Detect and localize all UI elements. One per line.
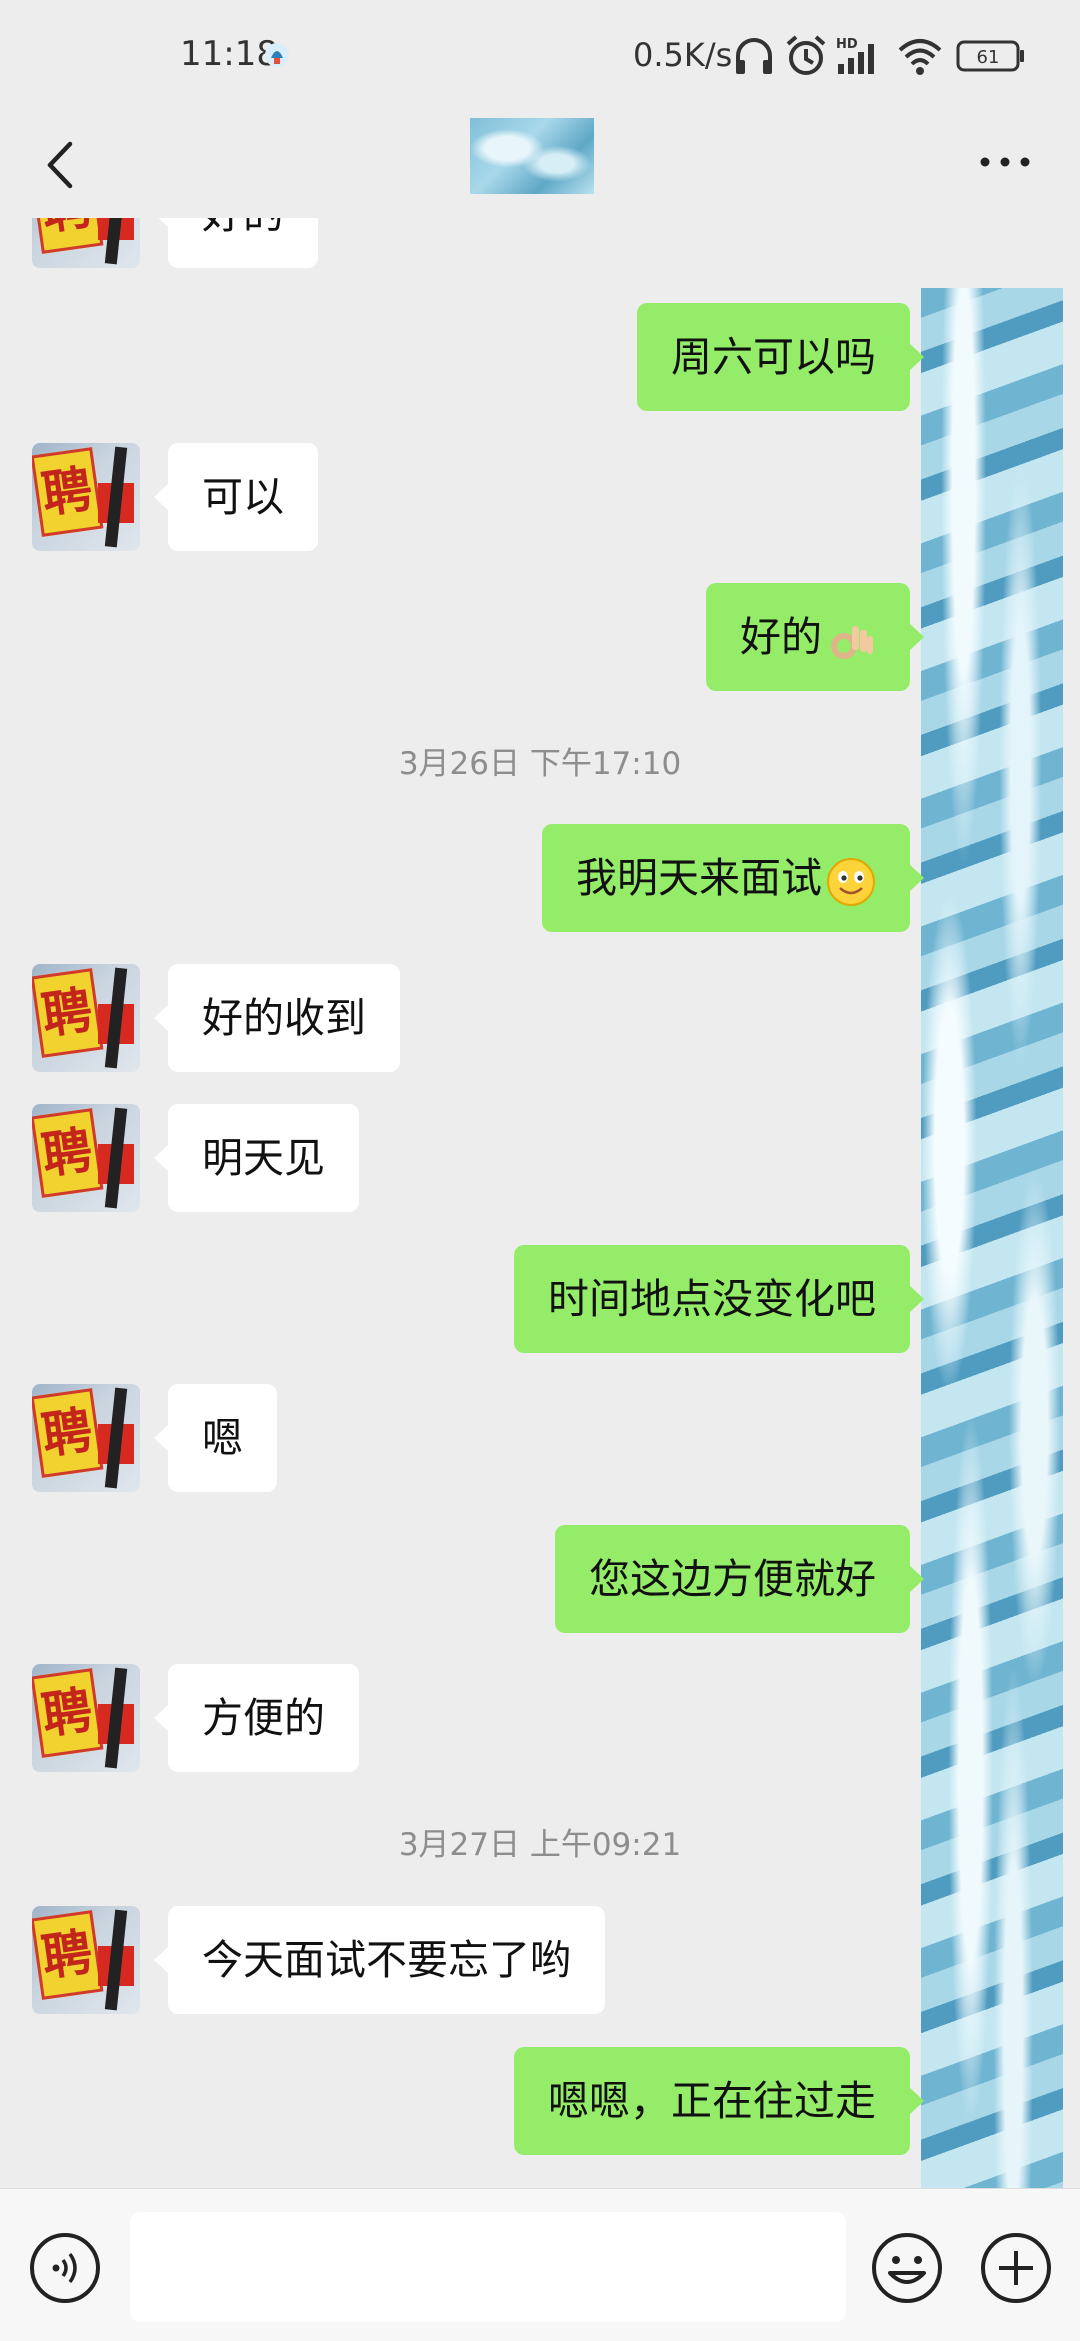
message-bubble-in[interactable]: 可以 xyxy=(154,443,318,551)
message-bubble-in[interactable]: 好的 xyxy=(154,218,318,268)
contact-avatar[interactable]: 聘 xyxy=(32,443,140,551)
message-bubble-out[interactable]: 嗯嗯，正在往过走 xyxy=(514,2047,924,2155)
alarm-icon xyxy=(786,35,826,75)
self-avatar-water-image[interactable] xyxy=(921,288,1063,2188)
timestamp: 3月27日 上午09:21 xyxy=(398,1827,682,1863)
message-bubble-in[interactable]: 方便的 xyxy=(154,1664,359,1772)
headphones-icon xyxy=(736,38,772,74)
chat-header xyxy=(0,110,1080,218)
net-speed: 0.5K/s xyxy=(633,36,733,74)
chevron-left-icon[interactable] xyxy=(30,130,100,200)
wifi-icon xyxy=(898,39,942,75)
battery-level: 61 xyxy=(977,47,1000,68)
ok-hand-emoji xyxy=(831,625,873,659)
message-bubble-in[interactable]: 今天面试不要忘了哟 xyxy=(154,1906,605,2014)
contact-avatar[interactable]: 聘 xyxy=(32,964,140,1072)
message-bubble-in[interactable]: 好的收到 xyxy=(154,964,400,1072)
message-bubble-out[interactable]: 我明天来面试 xyxy=(542,824,924,932)
voice-icon[interactable] xyxy=(28,2231,102,2305)
notification-icon xyxy=(265,43,289,67)
more-dots-icon[interactable] xyxy=(975,142,1035,182)
message-bubble-out[interactable]: 好的 xyxy=(706,583,924,691)
message-bubble-out[interactable]: 时间地点没变化吧 xyxy=(514,1245,924,1353)
message-input[interactable] xyxy=(130,2212,846,2322)
avatar-logo-text: 聘 xyxy=(32,1668,104,1758)
message-bubble-out[interactable]: 周六可以吗 xyxy=(637,303,924,411)
contact-avatar[interactable]: 聘 xyxy=(32,1906,140,2014)
message-bubble-out[interactable]: 您这边方便就好 xyxy=(555,1525,924,1633)
signal-hd-label: HD xyxy=(836,37,858,52)
message-bubble-in[interactable]: 嗯 xyxy=(154,1384,277,1492)
contact-avatar[interactable]: 聘 xyxy=(32,218,140,268)
plus-icon[interactable] xyxy=(979,2231,1053,2305)
smile-emoji xyxy=(827,857,875,906)
avatar-logo-text: 聘 xyxy=(32,968,104,1058)
avatar-logo-text: 聘 xyxy=(32,1108,104,1198)
avatar-logo-text: 聘 xyxy=(32,1910,104,2000)
timestamp: 3月26日 下午17:10 xyxy=(398,746,682,782)
contact-avatar[interactable]: 聘 xyxy=(32,1104,140,1212)
message-list[interactable]: 聘 好的 周六可以吗 聘 可以 好的 3月26日 下午17:10 我明天来面试 … xyxy=(0,218,1080,2188)
avatar-logo-text: 聘 xyxy=(32,1388,104,1478)
avatar-logo-text: 聘 xyxy=(32,218,104,254)
battery-icon: 61 xyxy=(956,40,1024,72)
input-bar xyxy=(0,2188,1080,2341)
message-bubble-in[interactable]: 明天见 xyxy=(154,1104,359,1212)
contact-avatar[interactable]: 聘 xyxy=(32,1384,140,1492)
status-bar: 11:18 0.5K/s HD 61 xyxy=(0,0,1080,110)
message-text: 好的 xyxy=(740,613,822,661)
signal-icon: HD xyxy=(836,37,874,74)
avatar-logo-text: 聘 xyxy=(32,447,104,537)
message-text: 我明天来面试 xyxy=(576,854,822,902)
emoji-icon[interactable] xyxy=(870,2231,944,2305)
contact-avatar[interactable]: 聘 xyxy=(32,1664,140,1772)
contact-title-image[interactable] xyxy=(470,118,594,194)
